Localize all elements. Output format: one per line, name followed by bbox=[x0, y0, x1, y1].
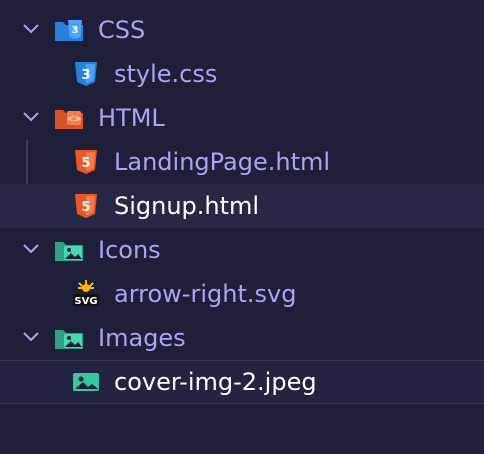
file-label: arrow-right.svg bbox=[114, 280, 297, 308]
folder-label: Images bbox=[98, 324, 186, 352]
html5-file-icon: 5 bbox=[75, 150, 97, 174]
file-row-style-css[interactable]: 3 style.css bbox=[0, 52, 484, 96]
folder-label: Icons bbox=[98, 236, 161, 264]
file-row-cover-img-2-jpeg[interactable]: cover-img-2.jpeg bbox=[0, 360, 484, 404]
file-row-arrow-right-svg[interactable]: SVG arrow-right.svg bbox=[0, 272, 484, 316]
svg-file-icon: SVG bbox=[73, 280, 99, 307]
image-folder-icon bbox=[55, 330, 83, 349]
svg-text:<>: <> bbox=[66, 115, 81, 125]
file-row-landingpage-html[interactable]: 5 LandingPage.html bbox=[0, 140, 484, 184]
folder-row-css[interactable]: 3 CSS bbox=[0, 8, 484, 52]
folder-row-html[interactable]: <> HTML bbox=[0, 96, 484, 140]
svg-text:5: 5 bbox=[81, 156, 90, 171]
chevron-down-icon[interactable] bbox=[22, 330, 40, 344]
file-label: LandingPage.html bbox=[114, 148, 331, 176]
file-row-signup-html[interactable]: 5 Signup.html bbox=[0, 184, 484, 228]
html-folder-icon: <> bbox=[55, 110, 83, 129]
file-label: Signup.html bbox=[114, 192, 260, 220]
file-explorer-tree: 3 CSS 3 style.css <> HTML 5 LandingPage.… bbox=[0, 0, 484, 454]
folder-label: CSS bbox=[98, 16, 146, 44]
chevron-down-icon[interactable] bbox=[22, 22, 40, 36]
css3-file-icon: 3 bbox=[75, 62, 97, 86]
svg-text:5: 5 bbox=[81, 200, 90, 215]
chevron-down-icon[interactable] bbox=[22, 110, 40, 124]
file-label: style.css bbox=[114, 60, 218, 88]
html5-file-icon: 5 bbox=[75, 194, 97, 218]
file-label: cover-img-2.jpeg bbox=[114, 368, 317, 396]
css-folder-icon: 3 bbox=[55, 20, 83, 41]
chevron-down-icon[interactable] bbox=[22, 242, 40, 256]
image-file-icon bbox=[73, 373, 99, 391]
image-folder-icon bbox=[55, 242, 83, 261]
folder-row-images[interactable]: Images bbox=[0, 316, 484, 360]
svg-text:3: 3 bbox=[72, 25, 79, 36]
folder-row-icons[interactable]: Icons bbox=[0, 228, 484, 272]
folder-label: HTML bbox=[98, 104, 165, 132]
svg-text:3: 3 bbox=[81, 68, 90, 83]
svg-text:SVG: SVG bbox=[74, 296, 97, 307]
